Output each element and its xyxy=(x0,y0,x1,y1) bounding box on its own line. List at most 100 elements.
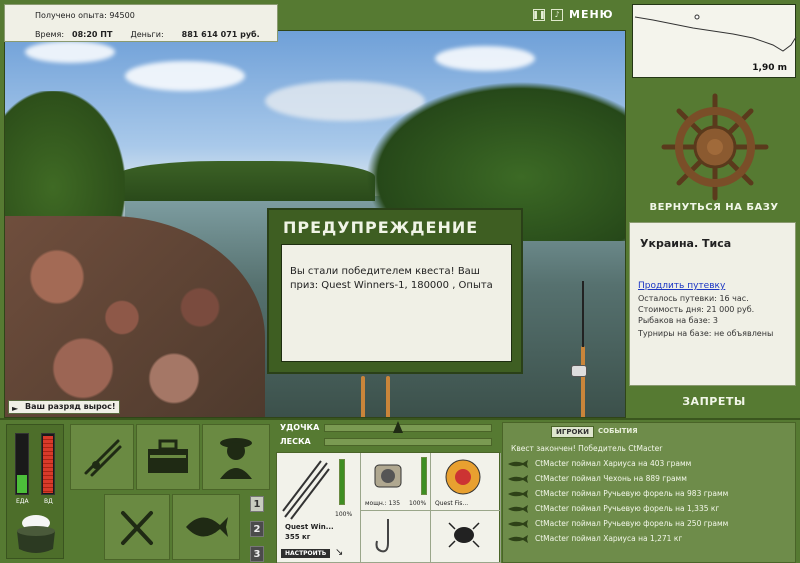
catch-message: CtMacter поймал Хариуса на 1,271 кг xyxy=(535,534,683,543)
rod-condition-bar xyxy=(339,459,345,505)
fish-icon xyxy=(508,489,528,498)
cloud xyxy=(125,61,245,91)
bans-button[interactable]: ЗАПРЕТЫ xyxy=(632,395,796,408)
list-item: CtMacter поймал Ручьевую форель на 983 г… xyxy=(507,486,793,501)
quickslot-2[interactable]: 2 xyxy=(250,521,264,537)
fisherman-icon xyxy=(220,438,252,479)
rank-up-text: Ваш разряд вырос! xyxy=(25,402,116,411)
rod-tension-bar xyxy=(324,424,492,432)
day-cost: Стоимость дня: 21 000 руб. xyxy=(638,305,755,314)
rod-icon xyxy=(282,460,330,520)
rod-condition-fill xyxy=(340,460,344,504)
rods-icon xyxy=(84,439,122,477)
drink-label: ВД xyxy=(44,498,53,505)
catch-message: CtMacter поймал Ручьевую форель на 1,335… xyxy=(535,504,720,513)
line-label: ЛЕСКА xyxy=(280,437,311,446)
time-value: 08:20 ПТ xyxy=(72,30,113,39)
list-item: CtMacter поймал Ручьевую форель на 250 г… xyxy=(507,516,793,531)
location-name: Украина. Тиса xyxy=(640,237,732,250)
tackle-tile[interactable] xyxy=(70,424,134,490)
food-fill xyxy=(17,475,27,493)
exp-label: Получено опыта: xyxy=(35,11,107,20)
events-tabs: ИГРОКИ СОБЫТИЯ xyxy=(551,426,642,438)
fishing-rod[interactable] xyxy=(581,346,585,417)
menu-button[interactable]: МЕНЮ xyxy=(569,8,614,21)
tackle-box-icon xyxy=(148,439,188,473)
rig-labels: УДОЧКА ЛЕСКА xyxy=(280,423,319,446)
forest xyxy=(115,161,375,201)
fishing-rod[interactable] xyxy=(386,376,390,417)
depth-value: 1,90 m xyxy=(752,63,787,73)
catch-message: CtMacter поймал Ручьевую форель на 250 г… xyxy=(535,519,729,528)
setup-button[interactable]: НАСТРОИТЬ xyxy=(281,549,331,558)
pause-icon[interactable]: ❚❚ xyxy=(532,8,546,21)
fork-knife-icon xyxy=(121,511,153,545)
cloud xyxy=(25,41,115,63)
extend-permit-link[interactable]: Продлить путевку xyxy=(638,281,725,291)
character-tile[interactable] xyxy=(202,424,270,490)
drink-gauge xyxy=(41,433,55,495)
cooking-pot-icon[interactable] xyxy=(13,513,59,557)
catch-message: CtMacter поймал Хариуса на 403 грамм xyxy=(535,459,692,468)
fish-icon xyxy=(508,474,528,483)
tournaments-status: Турниры на базе: не объявлены xyxy=(638,329,774,338)
fishers-count: Рыбаков на базе: 3 xyxy=(638,316,718,325)
events-feed: Квест закончен! Победитель CtMacter CtMa… xyxy=(507,441,793,546)
arrow-right-icon: ► xyxy=(12,404,19,413)
cloud xyxy=(435,46,535,71)
rod-tip xyxy=(582,281,584,347)
time-label: Время: xyxy=(35,30,65,39)
drink-fill xyxy=(43,436,53,493)
fish-icon xyxy=(508,519,528,528)
food-gauge xyxy=(15,433,29,495)
quickslot-3[interactable]: 3 xyxy=(250,546,264,562)
line-slot[interactable]: Quest Fis... xyxy=(431,453,501,511)
food-label: ЕДА xyxy=(16,498,29,505)
top-controls: ❚❚ ♪ МЕНЮ xyxy=(532,8,614,21)
quickslot-1[interactable]: 1 xyxy=(250,496,264,512)
bait-slot[interactable] xyxy=(431,511,501,563)
line-tension-bar xyxy=(324,438,492,446)
location-panel: Украина. Тиса Продлить путевку Осталось … xyxy=(629,222,796,386)
beetle-bait-icon xyxy=(448,522,480,548)
rod-weight: 355 кг xyxy=(285,533,311,541)
arrow-down-right-icon: ↘ xyxy=(335,547,344,558)
rod-percent: 100% xyxy=(335,511,353,518)
hook-slot[interactable] xyxy=(361,511,431,563)
tackle-box-tile[interactable] xyxy=(136,424,200,490)
catch-message: CtMacter поймал Ручьевую форель на 983 г… xyxy=(535,489,729,498)
list-item: CtMacter поймал Хариуса на 403 грамм xyxy=(507,456,793,471)
rod-label: УДОЧКА xyxy=(280,423,320,432)
tab-events[interactable]: СОБЫТИЯ xyxy=(594,426,642,438)
catch-message: CtMacter поймал Чехонь на 889 грамм xyxy=(535,474,687,483)
reel-condition-bar xyxy=(421,457,427,495)
tab-players[interactable]: ИГРОКИ xyxy=(551,426,594,438)
line-spool-icon xyxy=(445,459,481,495)
reel-power: мощн.: 135 xyxy=(365,500,401,507)
return-to-base-button[interactable]: ВЕРНУТЬСЯ НА БАЗУ xyxy=(632,202,796,218)
tackle-setup-panel[interactable]: Quest Win... 355 кг 100% НАСТРОИТЬ ↘ мощ… xyxy=(276,452,501,563)
rod-slot[interactable]: Quest Win... 355 кг 100% НАСТРОИТЬ ↘ xyxy=(277,453,361,563)
food-tile[interactable] xyxy=(104,494,170,560)
reel-slot[interactable]: мощн.: 135 100% xyxy=(361,453,431,511)
reel-condition-fill xyxy=(422,458,426,494)
fish-icon xyxy=(186,517,228,537)
fish-icon xyxy=(508,534,528,543)
ship-wheel-icon[interactable] xyxy=(660,92,770,202)
fish-icon xyxy=(508,459,528,468)
depth-profile[interactable]: 1,90 m xyxy=(632,4,797,78)
fish-icon xyxy=(508,504,528,513)
list-item: CtMacter поймал Хариуса на 1,271 кг xyxy=(507,531,793,546)
sound-icon[interactable]: ♪ xyxy=(551,8,563,21)
fishing-rod[interactable] xyxy=(361,376,365,417)
permit-remaining: Осталось путевки: 16 час. xyxy=(638,294,749,303)
line-name: Quest Fis... xyxy=(435,500,469,507)
quest-finished-message: Квест закончен! Победитель CtMacter xyxy=(511,444,663,453)
dialog-title: ПРЕДУПРЕЖДЕНИЕ xyxy=(283,218,479,237)
list-item: CtMacter поймал Ручьевую форель на 1,335… xyxy=(507,501,793,516)
warning-dialog[interactable]: ПРЕДУПРЕЖДЕНИЕ Вы стали победителем квес… xyxy=(267,208,523,374)
game-screen: Получено опыта: 94500 Время: 08:20 ПТ Де… xyxy=(0,0,800,563)
rank-up-notice[interactable]: ► Ваш разряд вырос! xyxy=(8,400,120,414)
reel-icon xyxy=(374,464,402,488)
fish-catch-tile[interactable] xyxy=(172,494,240,560)
